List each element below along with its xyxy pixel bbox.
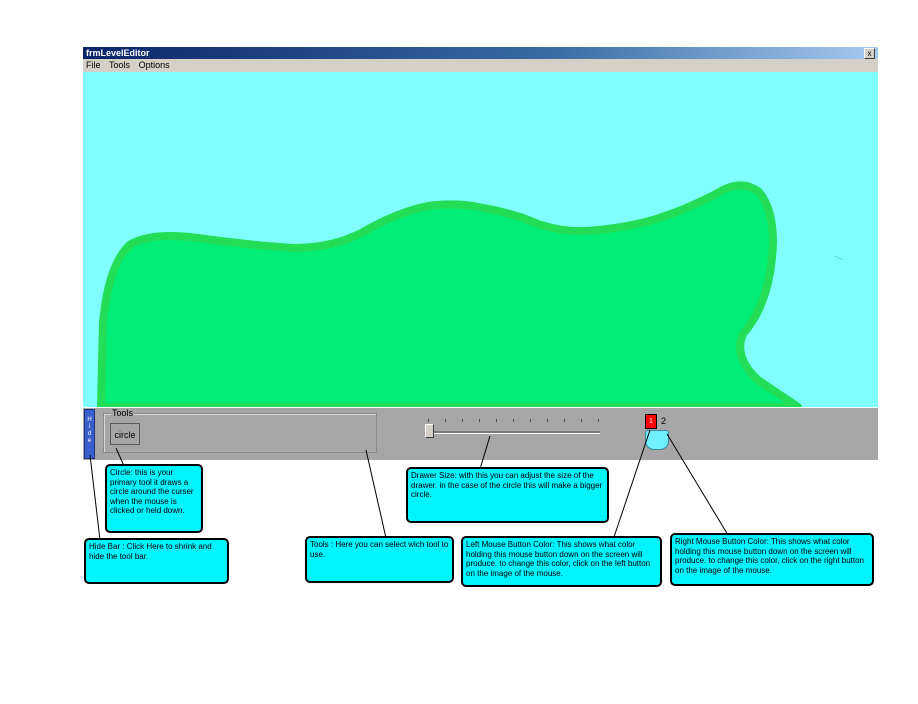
callout-circle: Circle: this is your primary tool it dra… <box>105 464 203 533</box>
callout-drawer-size: Drawer Size: with this you can adjust th… <box>406 467 609 523</box>
callout-lines <box>89 429 729 541</box>
callout-line-drawer-size <box>479 435 491 470</box>
callout-right-mouse: Right Mouse Button Color: This shows wha… <box>670 533 874 586</box>
callout-line-tools <box>365 449 387 539</box>
callout-left-mouse: Left Mouse Button Color: This shows what… <box>461 536 662 587</box>
callout-line-left-mouse <box>613 429 651 538</box>
callout-line-right-mouse <box>666 433 729 536</box>
callout-tools: Tools : Here you can select wich tool to… <box>305 536 454 583</box>
callout-line-hide-bar <box>89 454 101 541</box>
callout-hide-bar: Hide Bar : Click Here to shrink and hide… <box>84 538 229 584</box>
